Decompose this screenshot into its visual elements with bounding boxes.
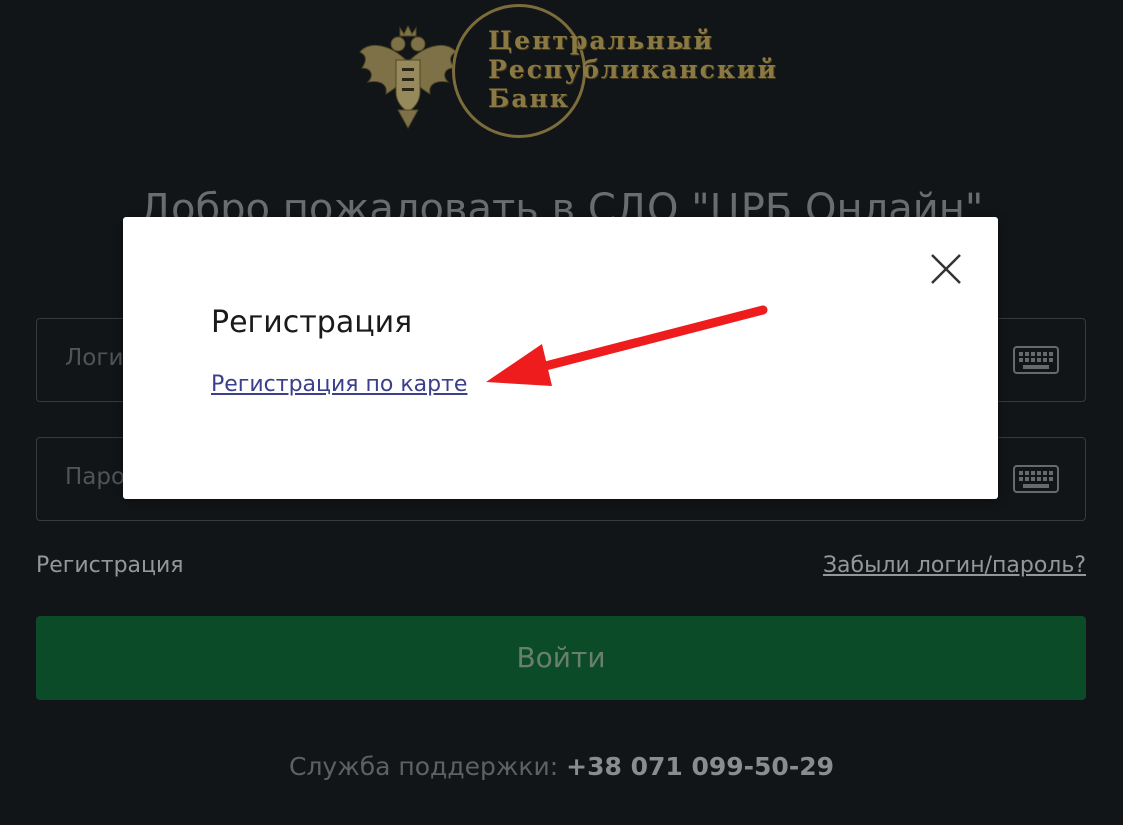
red-arrow-annotation-icon — [486, 305, 768, 386]
register-by-card-link[interactable]: Регистрация по карте — [211, 372, 467, 397]
modal-title: Регистрация — [211, 305, 413, 340]
close-icon[interactable] — [928, 251, 964, 287]
